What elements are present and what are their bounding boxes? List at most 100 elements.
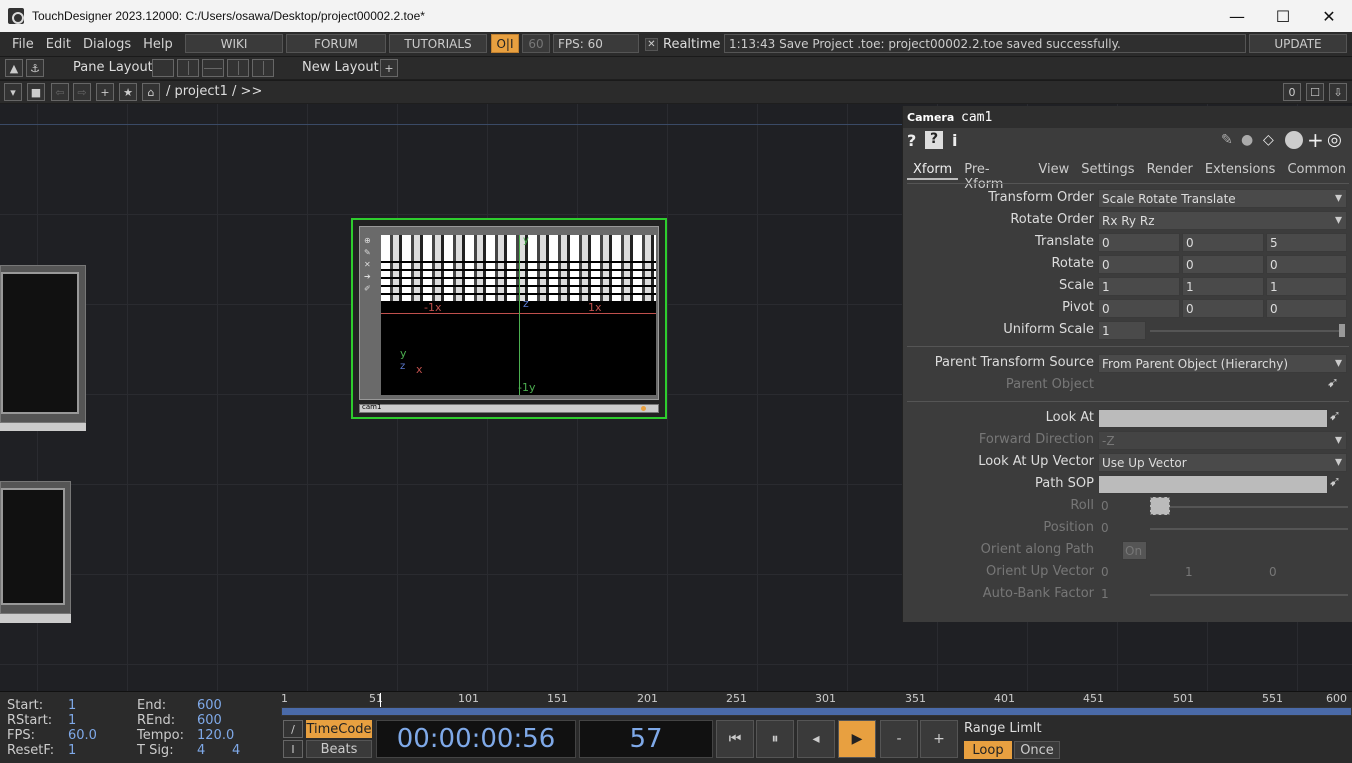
cam1-viewer[interactable]: -1x 1x z -1y y y x z xyxy=(381,235,656,395)
layout-split-horizontal-icon[interactable] xyxy=(202,59,224,77)
timeline-ruler[interactable]: 1 51 101 151 201 251 301 351 401 451 501… xyxy=(281,692,1352,706)
close-button[interactable]: ✕ xyxy=(1306,0,1352,32)
pane-maximize-icon[interactable]: ☐ xyxy=(1306,83,1324,101)
translate-x-field[interactable]: 0 xyxy=(1098,233,1180,252)
beats-mode-button[interactable]: Beats xyxy=(306,740,372,758)
transform-order-dropdown[interactable]: Scale Rotate Translate xyxy=(1098,189,1347,208)
timeline-bar-button[interactable]: I xyxy=(283,740,303,758)
partial-node-top[interactable] xyxy=(0,265,86,423)
pane-split-down-icon[interactable]: ⇩ xyxy=(1329,83,1347,101)
path-sop-picker-icon[interactable]: ➹ xyxy=(1329,474,1341,490)
rend-value[interactable]: 600 xyxy=(197,713,222,728)
tag-icon[interactable]: ◇ xyxy=(1263,132,1274,148)
language-icon[interactable] xyxy=(1285,131,1303,149)
stop-icon[interactable]: ■ xyxy=(27,83,45,101)
path-sop-field[interactable] xyxy=(1098,475,1328,494)
home-icon[interactable]: ⌂ xyxy=(142,83,160,101)
pane-image-icon[interactable]: ▲ xyxy=(5,59,23,77)
tutorials-button[interactable]: TUTORIALS xyxy=(389,34,487,53)
maximize-button[interactable]: ☐ xyxy=(1260,0,1306,32)
rewind-button[interactable]: ⏮ xyxy=(716,720,754,758)
auto-bank-factor-slider[interactable] xyxy=(1150,594,1348,596)
roll-slider-handle[interactable] xyxy=(1150,497,1170,515)
tab-xform[interactable]: Xform xyxy=(907,158,959,180)
tempo-value[interactable]: 120.0 xyxy=(197,728,234,743)
uniform-scale-field[interactable]: 1 xyxy=(1098,321,1146,340)
add-layout-button[interactable]: + xyxy=(380,59,398,77)
node-side-icons[interactable]: ⊕ ✎ ✕ ➔ ✐ xyxy=(364,235,376,295)
rotate-x-field[interactable]: 0 xyxy=(1098,255,1180,274)
pause-button[interactable]: ⏸ xyxy=(756,720,794,758)
step-minus-button[interactable]: - xyxy=(880,720,918,758)
step-back-button[interactable]: ◂ xyxy=(797,720,835,758)
loop-button[interactable]: Loop xyxy=(964,741,1012,759)
tab-view[interactable]: View xyxy=(1032,158,1075,180)
back-arrow-icon[interactable]: ⇦ xyxy=(51,83,69,101)
minimize-button[interactable]: — xyxy=(1214,0,1260,32)
scale-z-field[interactable]: 1 xyxy=(1266,277,1347,296)
target-icon[interactable]: ◎ xyxy=(1327,130,1342,150)
orient-along-path-toggle[interactable]: On xyxy=(1122,541,1147,560)
translate-y-field[interactable]: 0 xyxy=(1182,233,1264,252)
python-help-icon[interactable]: ? xyxy=(925,131,943,149)
menu-dialogs[interactable]: Dialogs xyxy=(77,37,137,52)
tsig-a-value[interactable]: 4 xyxy=(197,743,205,758)
menu-edit[interactable]: Edit xyxy=(40,37,77,52)
roll-value[interactable]: 0 xyxy=(1101,499,1109,513)
info-icon[interactable]: i xyxy=(952,131,957,150)
scale-x-field[interactable]: 1 xyxy=(1098,277,1180,296)
orient-up-y-value[interactable]: 1 xyxy=(1185,565,1193,579)
edit-pencil-icon[interactable]: ✎ xyxy=(1221,132,1233,148)
look-at-up-vector-dropdown[interactable]: Use Up Vector xyxy=(1098,453,1347,472)
playhead[interactable] xyxy=(380,693,381,707)
tsig-b-value[interactable]: 4 xyxy=(232,743,240,758)
anchor-icon[interactable]: ⚓ xyxy=(26,59,44,77)
roll-slider[interactable] xyxy=(1170,506,1348,508)
look-at-picker-icon[interactable]: ➹ xyxy=(1329,408,1341,424)
tab-pre-xform[interactable]: Pre-Xform xyxy=(958,158,1032,192)
realtime-checkbox[interactable]: ✕ xyxy=(645,38,658,51)
forum-button[interactable]: FORUM xyxy=(286,34,386,53)
timeline-slash-button[interactable]: / xyxy=(283,720,303,738)
orient-up-z-value[interactable]: 0 xyxy=(1269,565,1277,579)
wiki-button[interactable]: WIKI xyxy=(185,34,283,53)
parent-transform-source-dropdown[interactable]: From Parent Object (Hierarchy) xyxy=(1098,354,1347,373)
cam1-node[interactable]: -1x 1x z -1y y y x z ⊕ ✎ ✕ ➔ ✐ cam1 xyxy=(351,218,667,419)
orient-up-x-value[interactable]: 0 xyxy=(1101,565,1109,579)
position-slider[interactable] xyxy=(1150,528,1348,530)
step-plus-button[interactable]: + xyxy=(920,720,958,758)
layout-split-vertical-icon[interactable] xyxy=(177,59,199,77)
menu-file[interactable]: File xyxy=(6,37,40,52)
fps-value[interactable]: 60.0 xyxy=(68,728,97,743)
timecode-mode-button[interactable]: TimeCode xyxy=(306,720,372,738)
tab-settings[interactable]: Settings xyxy=(1075,158,1140,180)
layout-single-icon[interactable] xyxy=(152,59,174,77)
rstart-value[interactable]: 1 xyxy=(68,713,76,728)
auto-bank-factor-value[interactable]: 1 xyxy=(1101,587,1109,601)
position-value[interactable]: 0 xyxy=(1101,521,1109,535)
end-value[interactable]: 600 xyxy=(197,698,222,713)
star-icon[interactable]: ★ xyxy=(119,83,137,101)
forward-direction-dropdown[interactable]: -Z xyxy=(1098,431,1347,450)
rotate-y-field[interactable]: 0 xyxy=(1182,255,1264,274)
op-name-field[interactable]: cam1 xyxy=(961,110,992,125)
play-button[interactable]: ▶ xyxy=(838,720,876,758)
uniform-scale-slider[interactable] xyxy=(1150,330,1345,332)
rotate-z-field[interactable]: 0 xyxy=(1266,255,1347,274)
menu-help[interactable]: Help xyxy=(137,37,179,52)
tab-extensions[interactable]: Extensions xyxy=(1199,158,1282,180)
resetf-value[interactable]: 1 xyxy=(68,743,76,758)
translate-z-field[interactable]: 5 xyxy=(1266,233,1347,252)
help-icon[interactable]: ? xyxy=(907,131,916,150)
rotate-order-dropdown[interactable]: Rx Ry Rz xyxy=(1098,211,1347,230)
pivot-y-field[interactable]: 0 xyxy=(1182,299,1264,318)
update-button[interactable]: UPDATE xyxy=(1249,34,1347,53)
counter-field[interactable]: 0 xyxy=(1283,83,1301,101)
once-button[interactable]: Once xyxy=(1014,741,1060,759)
frame-display[interactable]: 57 xyxy=(579,720,713,758)
comment-icon[interactable]: ● xyxy=(1241,132,1253,148)
uniform-scale-slider-handle[interactable] xyxy=(1339,324,1345,337)
node-flag-icon[interactable] xyxy=(641,406,646,411)
parent-object-picker-icon[interactable]: ➹ xyxy=(1327,375,1339,391)
fps-cap-field[interactable]: 60 xyxy=(522,34,550,53)
